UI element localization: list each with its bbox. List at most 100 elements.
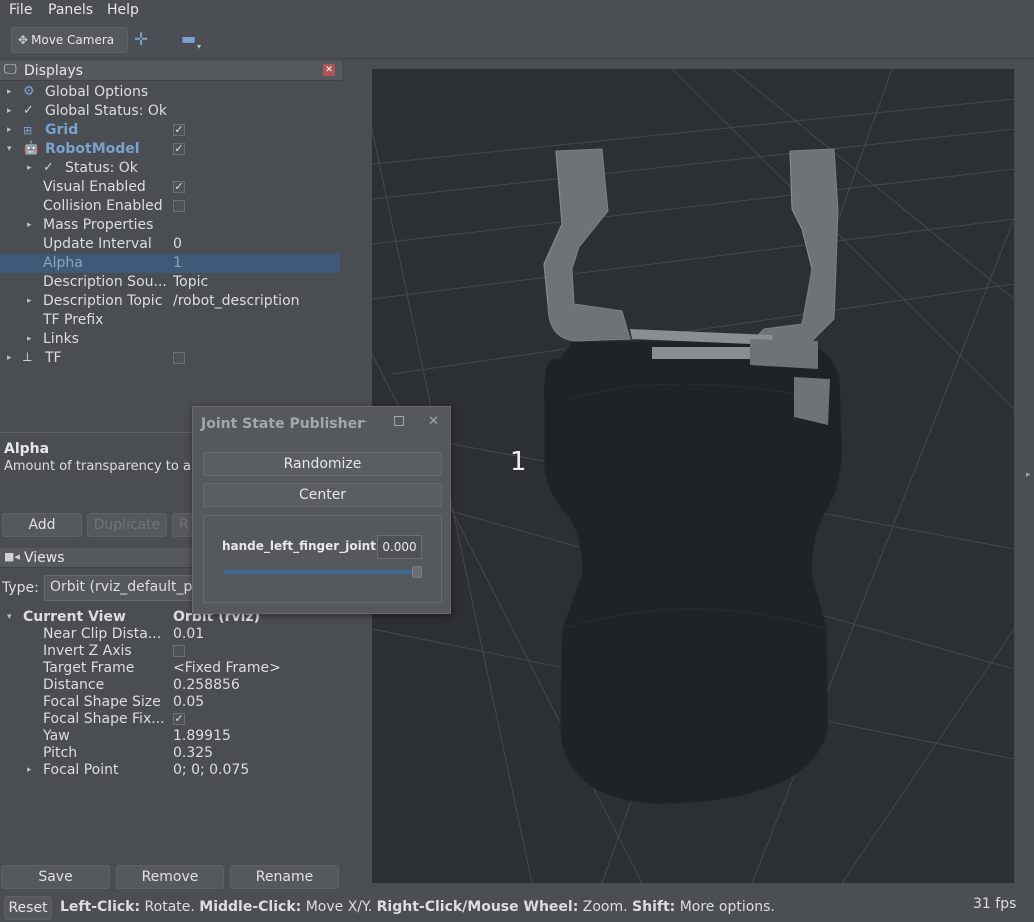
tree-value[interactable]: 1.89915 xyxy=(173,728,231,744)
duplicate-display-button[interactable]: Duplicate xyxy=(87,513,167,537)
maximize-icon[interactable] xyxy=(394,416,404,426)
tf-checkbox[interactable] xyxy=(173,352,185,364)
chevron-down-icon[interactable]: ▾ xyxy=(197,42,201,51)
close-icon[interactable]: ✕ xyxy=(428,414,439,429)
tree-value[interactable]: <Fixed Frame> xyxy=(173,660,281,676)
tree-label: Pitch xyxy=(43,745,78,761)
tree-value[interactable]: 1 xyxy=(173,255,182,271)
view-type-select[interactable]: Orbit (rviz_default_pl xyxy=(44,575,204,601)
move-camera-label: Move Camera xyxy=(31,33,115,47)
center-button[interactable]: Center xyxy=(203,483,442,507)
tree-value[interactable]: 0.05 xyxy=(173,694,204,710)
robotmodel-checkbox[interactable]: ✓ xyxy=(173,143,185,155)
rename-view-button[interactable]: Rename xyxy=(230,865,339,889)
tree-value[interactable]: 0 xyxy=(173,236,182,252)
expand-arrow-icon[interactable]: ▸ xyxy=(27,220,32,230)
tree-row-links[interactable]: ▸ Links xyxy=(0,330,340,349)
hint-text: Rotate. xyxy=(140,899,200,915)
tree-label: TF Prefix xyxy=(43,312,104,328)
checkmark-icon: ✓ xyxy=(43,160,54,175)
tree-label: TF xyxy=(45,350,62,366)
grid-checkbox[interactable]: ✓ xyxy=(173,124,185,136)
expand-arrow-icon[interactable]: ▸ xyxy=(27,765,32,775)
expand-arrow-icon[interactable]: ▸ xyxy=(7,87,12,97)
tree-label: Global Status: Ok xyxy=(45,103,168,119)
joint-value-input[interactable]: 0.000 xyxy=(377,535,422,559)
menu-help[interactable]: Help xyxy=(107,2,139,18)
minimize-icon[interactable]: – xyxy=(361,414,367,428)
tree-label: Near Clip Dista... xyxy=(43,626,162,642)
render-viewport[interactable]: 1 xyxy=(372,69,1014,883)
collapse-arrow-icon[interactable]: ▾ xyxy=(7,612,12,622)
hint-key: Right-Click/Mouse Wheel: xyxy=(376,899,579,915)
tree-label: Distance xyxy=(43,677,105,693)
tree-row-description-source[interactable]: Description Sou... Topic xyxy=(0,273,340,292)
help-title: Alpha xyxy=(4,441,50,457)
tree-label: Invert Z Axis xyxy=(43,643,132,659)
expand-arrow-icon[interactable]: ▸ xyxy=(27,163,32,173)
close-icon[interactable]: ✕ xyxy=(323,64,335,76)
expand-arrow-icon[interactable]: ▸ xyxy=(7,125,12,135)
tree-value[interactable]: 0; 0; 0.075 xyxy=(173,762,249,778)
tree-label: Collision Enabled xyxy=(43,198,163,214)
tree-value[interactable]: Topic xyxy=(173,274,208,290)
fps-counter: 31 fps xyxy=(973,896,1017,912)
tree-row-global-status[interactable]: ▸ ✓ Global Status: Ok xyxy=(0,102,340,121)
collapse-arrow-icon[interactable]: ▾ xyxy=(7,144,12,154)
remove-tool-icon[interactable]: ▬ xyxy=(181,29,196,48)
hint-text: Zoom. xyxy=(578,899,633,915)
collision-enabled-checkbox[interactable] xyxy=(173,200,185,212)
menu-bar: File Panels Help xyxy=(0,0,1034,22)
expand-arrow-icon[interactable]: ▸ xyxy=(7,106,12,116)
menu-panels[interactable]: Panels xyxy=(48,2,93,18)
menu-file[interactable]: File xyxy=(9,2,32,18)
tree-row-status[interactable]: ▸ ✓ Status: Ok xyxy=(0,159,340,178)
grid-icon: ⊞ xyxy=(23,124,33,137)
expand-arrow-icon[interactable]: ▸ xyxy=(27,334,32,344)
expand-arrow-icon[interactable]: ▸ xyxy=(27,296,32,306)
add-tool-icon[interactable]: ✛ xyxy=(134,30,148,50)
overlay-number: 1 xyxy=(510,447,527,477)
tree-value[interactable]: 0.325 xyxy=(173,745,213,761)
tree-row-tf-prefix[interactable]: TF Prefix xyxy=(0,311,340,330)
tree-row-tf[interactable]: ▸ ⟂ TF xyxy=(0,349,340,368)
displays-header: 🖵 Displays ✕ xyxy=(0,61,342,81)
tree-value[interactable]: 0.258856 xyxy=(173,677,240,693)
tree-row-visual-enabled[interactable]: Visual Enabled ✓ xyxy=(0,178,340,197)
tree-label: Grid xyxy=(45,122,79,138)
hint-text: Move X/Y. xyxy=(301,899,377,915)
tree-row-alpha[interactable]: Alpha 1 xyxy=(0,254,340,273)
scene-render xyxy=(372,69,1014,883)
tree-value[interactable]: 0.01 xyxy=(173,626,204,642)
move-camera-button[interactable]: ✥ Move Camera xyxy=(11,27,128,53)
focal-shape-fixed-checkbox[interactable]: ✓ xyxy=(173,713,185,725)
toolbar: ✥ Move Camera ✛ ▬ ▾ xyxy=(0,22,1034,59)
add-display-button[interactable]: Add xyxy=(2,513,82,537)
tree-value[interactable]: /robot_description xyxy=(173,293,300,309)
remove-view-button[interactable]: Remove xyxy=(116,865,224,889)
tree-row-grid[interactable]: ▸ ⊞ Grid ✓ xyxy=(0,121,340,140)
save-view-button[interactable]: Save xyxy=(1,865,110,889)
tree-row-global-options[interactable]: ▸ ⚙ Global Options xyxy=(0,83,340,102)
joint-slider-track[interactable] xyxy=(223,570,420,574)
tree-row-collision-enabled[interactable]: Collision Enabled xyxy=(0,197,340,216)
tree-row-description-topic[interactable]: ▸ Description Topic /robot_description xyxy=(0,292,340,311)
joint-slider-fill xyxy=(223,570,420,574)
randomize-button[interactable]: Randomize xyxy=(203,452,442,476)
tree-row-update-interval[interactable]: Update Interval 0 xyxy=(0,235,340,254)
joint-slider-handle[interactable] xyxy=(412,566,422,578)
collapse-right-panel-icon[interactable]: ▸ xyxy=(1026,470,1031,480)
invert-z-checkbox[interactable] xyxy=(173,645,185,657)
robot-icon: 🤖 xyxy=(23,141,40,156)
tree-row-mass-properties[interactable]: ▸ Mass Properties xyxy=(0,216,340,235)
visual-enabled-checkbox[interactable]: ✓ xyxy=(173,181,185,193)
expand-arrow-icon[interactable]: ▸ xyxy=(7,353,12,363)
tree-row-focal-point[interactable]: ▸ Focal Point 0; 0; 0.075 xyxy=(0,761,340,780)
gear-icon: ⚙ xyxy=(23,84,35,99)
tree-label: Focal Shape Fix... xyxy=(43,711,165,727)
tree-label: Description Topic xyxy=(43,293,163,309)
reset-button[interactable]: Reset xyxy=(4,896,52,920)
tree-label: Mass Properties xyxy=(43,217,154,233)
status-hint: Left-Click: Rotate. Middle-Click: Move X… xyxy=(60,899,775,915)
tree-row-robotmodel[interactable]: ▾ 🤖 RobotModel ✓ xyxy=(0,140,340,159)
